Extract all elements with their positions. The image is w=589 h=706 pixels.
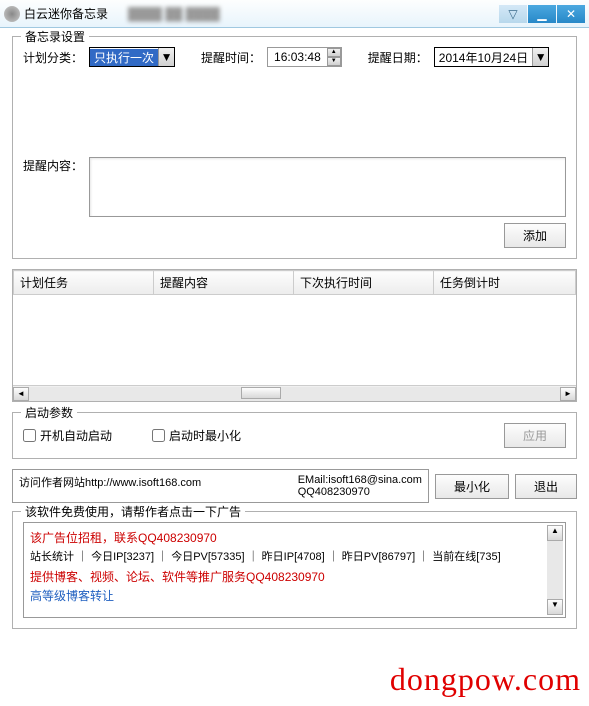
minimize-button[interactable]: 最小化: [435, 474, 509, 499]
window-minimize-button[interactable]: ▁: [528, 5, 556, 23]
window-dropdown-button[interactable]: ▽: [499, 5, 527, 23]
ad-scroll-down[interactable]: ▼: [547, 599, 563, 615]
scroll-track[interactable]: [29, 387, 560, 401]
col-next-exec-time[interactable]: 下次执行时间: [294, 271, 434, 295]
plan-type-dropdown[interactable]: 只执行一次 ▼: [89, 47, 175, 67]
minimize-start-checkbox-wrap[interactable]: 启动时最小化: [152, 427, 241, 444]
task-table-body[interactable]: [13, 295, 576, 385]
time-spin-up[interactable]: ▲: [327, 48, 341, 57]
ad-line-blog[interactable]: 高等级博客转让: [30, 587, 559, 604]
reminder-date-dropdown[interactable]: 2014年10月24日 ▼: [434, 47, 549, 67]
add-button[interactable]: 添加: [504, 223, 566, 248]
ad-line-rent[interactable]: 该广告位招租，联系QQ408230970: [30, 529, 559, 546]
window-close-button[interactable]: ✕: [557, 5, 585, 23]
ad-fieldset: 该软件免费使用，请帮作者点击一下广告 该广告位招租，联系QQ408230970 …: [12, 511, 577, 629]
settings-fieldset: 备忘录设置 计划分类： 只执行一次 ▼ 提醒时间： 16:03:48 ▲ ▼ 提…: [12, 36, 577, 259]
window-title: 白云迷你备忘录: [24, 5, 108, 22]
minimize-start-checkbox[interactable]: [152, 429, 165, 442]
scroll-right-button[interactable]: ►: [560, 387, 576, 401]
minimize-start-label: 启动时最小化: [169, 427, 241, 444]
reminder-date-label: 提醒日期：: [368, 49, 428, 66]
settings-legend: 备忘录设置: [21, 28, 89, 45]
task-table: 计划任务 提醒内容 下次执行时间 任务倒计时: [13, 270, 576, 295]
reminder-time-label: 提醒时间：: [201, 49, 261, 66]
auto-start-checkbox-wrap[interactable]: 开机自动启动: [23, 427, 112, 444]
auto-start-label: 开机自动启动: [40, 427, 112, 444]
apply-button[interactable]: 应用: [504, 423, 566, 448]
ad-content-box: 该广告位招租，联系QQ408230970 站长统计 ｜ 今日IP[3237] ｜…: [23, 522, 566, 618]
auto-start-checkbox[interactable]: [23, 429, 36, 442]
col-plan-task[interactable]: 计划任务: [14, 271, 154, 295]
time-spin-down[interactable]: ▼: [327, 57, 341, 66]
horizontal-scrollbar[interactable]: ◄ ►: [13, 385, 576, 401]
author-link-box: 访问作者网站http://www.isoft168.com EMail:isof…: [12, 469, 429, 503]
content-label: 提醒内容：: [23, 157, 83, 217]
startup-fieldset: 启动参数 开机自动启动 启动时最小化 应用: [12, 412, 577, 459]
app-icon: [4, 6, 20, 22]
scroll-left-button[interactable]: ◄: [13, 387, 29, 401]
reminder-time-value: 16:03:48: [268, 50, 327, 64]
ad-line-promo[interactable]: 提供博客、视频、论坛、软件等推广服务QQ408230970: [30, 568, 559, 585]
reminder-date-value: 2014年10月24日: [435, 49, 532, 66]
ad-vertical-scrollbar[interactable]: ▲ ▼: [547, 525, 563, 615]
reminder-time-input[interactable]: 16:03:48 ▲ ▼: [267, 47, 342, 67]
col-reminder-content[interactable]: 提醒内容: [154, 271, 294, 295]
chevron-down-icon: ▼: [158, 48, 174, 66]
author-website-link[interactable]: 访问作者网站http://www.isoft168.com: [19, 474, 298, 498]
author-qq: QQ408230970: [298, 486, 422, 498]
chevron-down-icon: ▼: [532, 48, 548, 66]
plan-type-value: 只执行一次: [90, 49, 158, 66]
plan-type-label: 计划分类：: [23, 49, 83, 66]
exit-button[interactable]: 退出: [515, 474, 577, 499]
author-email: EMail:isoft168@sina.com: [298, 474, 422, 486]
ad-line-stats[interactable]: 站长统计 ｜ 今日IP[3237] ｜ 今日PV[57335] ｜ 昨日IP[4…: [30, 548, 559, 564]
task-table-container: 计划任务 提醒内容 下次执行时间 任务倒计时 ◄ ►: [12, 269, 577, 402]
titlebar: 白云迷你备忘录 ████ ██ ████ ▽ ▁ ✕: [0, 0, 589, 28]
col-countdown[interactable]: 任务倒计时: [434, 271, 576, 295]
watermark: dongpow.com: [390, 661, 581, 698]
ad-scroll-up[interactable]: ▲: [547, 525, 563, 541]
ad-legend: 该软件免费使用，请帮作者点击一下广告: [21, 503, 245, 520]
titlebar-extra: ████ ██ ████: [128, 7, 220, 21]
blank-area: [23, 77, 566, 157]
reminder-content-textarea[interactable]: [89, 157, 566, 217]
scroll-thumb[interactable]: [241, 387, 281, 399]
ad-scroll-track[interactable]: [547, 541, 563, 599]
startup-legend: 启动参数: [21, 404, 77, 421]
